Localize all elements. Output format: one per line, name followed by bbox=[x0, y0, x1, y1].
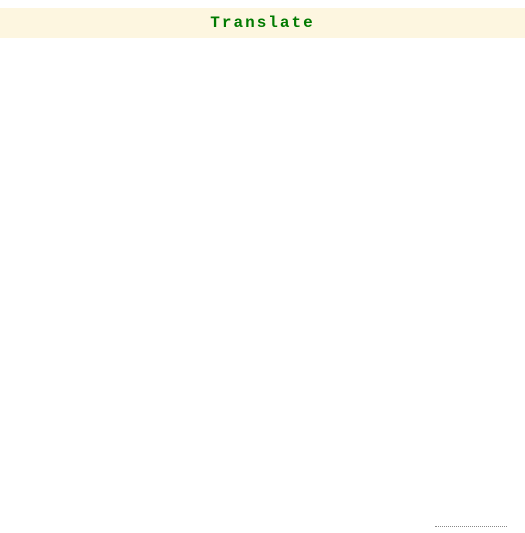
page-title: Translate bbox=[210, 14, 314, 32]
footer-divider bbox=[435, 526, 507, 527]
header-bar: Translate bbox=[0, 8, 525, 38]
